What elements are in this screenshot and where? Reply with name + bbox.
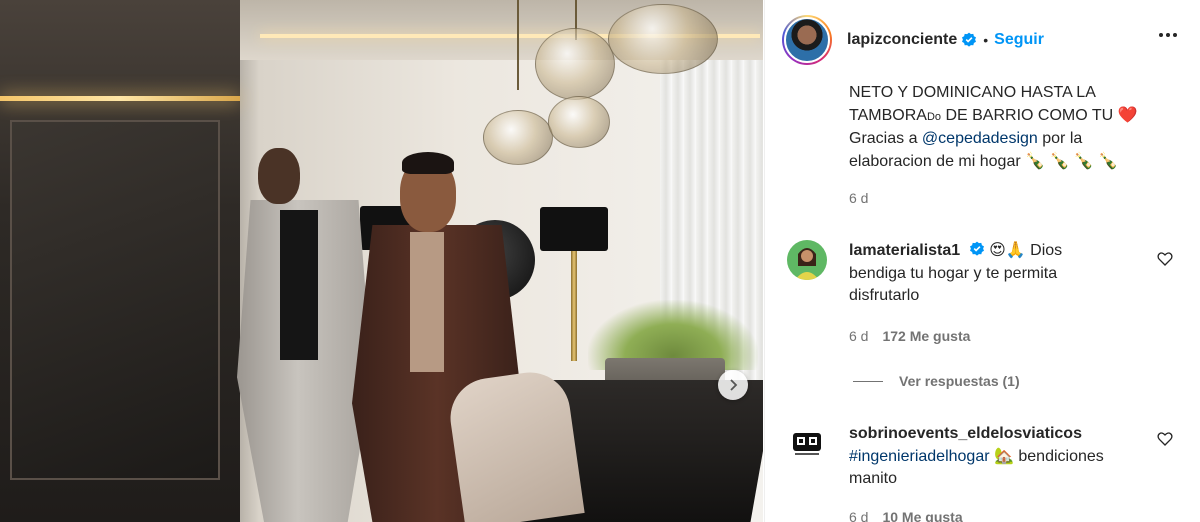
author-username[interactable]: lapizconciente bbox=[847, 31, 957, 49]
more-dot bbox=[1173, 33, 1177, 37]
comment-meta: 6 d 10 Me gusta bbox=[849, 509, 963, 522]
caption-line: TAMBORADo DE BARRIO COMO TU ❤️ bbox=[849, 105, 1179, 129]
caption-text: por la bbox=[1037, 130, 1083, 147]
avatar-image bbox=[787, 240, 827, 280]
heart-outline-icon[interactable] bbox=[1157, 431, 1173, 447]
separator-dot: • bbox=[983, 32, 989, 48]
dining-chair bbox=[445, 367, 585, 522]
caption-line: Gracias a @cepedadesign por la bbox=[849, 128, 1179, 151]
comment-text: lamaterialista1 😍🙏 Dios bendiga tu hogar… bbox=[849, 240, 1144, 308]
caption-line: elaboracion de mi hogar 🍾 🍾 🍾 🍾 bbox=[849, 151, 1179, 174]
chevron-right-icon bbox=[730, 379, 738, 391]
person-left-head bbox=[258, 148, 300, 204]
person-right-shirt bbox=[410, 232, 444, 372]
table-lamp-shade bbox=[540, 207, 608, 251]
caption-text: elaboracion de mi hogar bbox=[849, 152, 1026, 170]
comment-emojis: 😍🙏 bbox=[989, 242, 1026, 259]
caption-text: DE BARRIO COMO TU bbox=[941, 106, 1118, 124]
wall-mirror bbox=[10, 120, 220, 480]
follow-button[interactable]: Seguir bbox=[994, 31, 1044, 49]
pendant-lamp bbox=[608, 4, 718, 74]
mention-link[interactable]: @cepedadesign bbox=[922, 130, 1038, 147]
post-caption: NETO Y DOMINICANO HASTA LA TAMBORADo DE … bbox=[849, 82, 1179, 173]
caption-text: Gracias a bbox=[849, 130, 922, 147]
view-replies-button[interactable]: Ver respuestas (1) bbox=[853, 373, 1020, 389]
caption-line: NETO Y DOMINICANO HASTA LA bbox=[849, 84, 1096, 101]
comment-likes[interactable]: 10 Me gusta bbox=[882, 509, 962, 522]
comment-body: bendiciones bbox=[1013, 447, 1104, 465]
comment-body: bendiga tu hogar y te permita bbox=[849, 264, 1058, 282]
comment-body: Dios bbox=[1025, 242, 1063, 259]
commenter-username[interactable]: sobrinoevents_eldelosviaticos bbox=[849, 425, 1082, 442]
pendant-rod bbox=[517, 0, 519, 90]
heart-emoji: ❤️ bbox=[1117, 106, 1138, 124]
comment-likes[interactable]: 172 Me gusta bbox=[882, 328, 970, 344]
post-side-panel: lapizconciente • Seguir NETO Y DOMINICAN… bbox=[764, 0, 1200, 522]
comment-timestamp[interactable]: 6 d bbox=[849, 509, 868, 522]
pendant-lamp bbox=[483, 110, 553, 165]
post-header: lapizconciente • Seguir bbox=[765, 0, 1200, 80]
caption-text-small: Do bbox=[926, 110, 941, 123]
replies-divider bbox=[853, 380, 883, 382]
pendant-lamp bbox=[535, 28, 615, 100]
post-photo[interactable] bbox=[0, 0, 763, 522]
comment-body: disfrutarlo bbox=[849, 287, 920, 304]
house-emoji: 🏡 bbox=[994, 447, 1014, 465]
commenter-avatar[interactable] bbox=[787, 423, 827, 463]
heart-outline-icon[interactable] bbox=[1157, 251, 1173, 267]
person-right-hair bbox=[402, 152, 454, 174]
verified-badge-icon bbox=[969, 241, 985, 257]
pendant-lamp bbox=[548, 96, 610, 148]
more-dot bbox=[1166, 33, 1170, 37]
avatar-image bbox=[784, 17, 830, 63]
caption-text: TAMBORA bbox=[849, 106, 927, 124]
verified-badge-icon bbox=[961, 32, 977, 48]
commenter-username[interactable]: lamaterialista1 bbox=[849, 242, 960, 259]
post-timestamp[interactable]: 6 d bbox=[849, 190, 868, 206]
comment-meta: 6 d 172 Me gusta bbox=[849, 328, 970, 344]
commenter-avatar[interactable] bbox=[787, 240, 827, 280]
comment-timestamp[interactable]: 6 d bbox=[849, 328, 868, 344]
table-lamp-base bbox=[571, 251, 577, 361]
person-left-shirt bbox=[280, 210, 318, 360]
comment-body: manito bbox=[849, 470, 898, 487]
more-dot bbox=[1159, 33, 1163, 37]
view-replies-label: Ver respuestas (1) bbox=[899, 373, 1020, 389]
bottle-emojis: 🍾 🍾 🍾 🍾 bbox=[1025, 152, 1119, 170]
avatar-image bbox=[787, 423, 827, 463]
comment-text: sobrinoevents_eldelosviaticos #ingenieri… bbox=[849, 423, 1144, 491]
more-options-icon[interactable] bbox=[1159, 33, 1177, 37]
next-photo-button[interactable] bbox=[718, 370, 748, 400]
hashtag-link[interactable]: #ingenieriadelhogar bbox=[849, 448, 990, 465]
author-avatar[interactable] bbox=[782, 15, 832, 65]
